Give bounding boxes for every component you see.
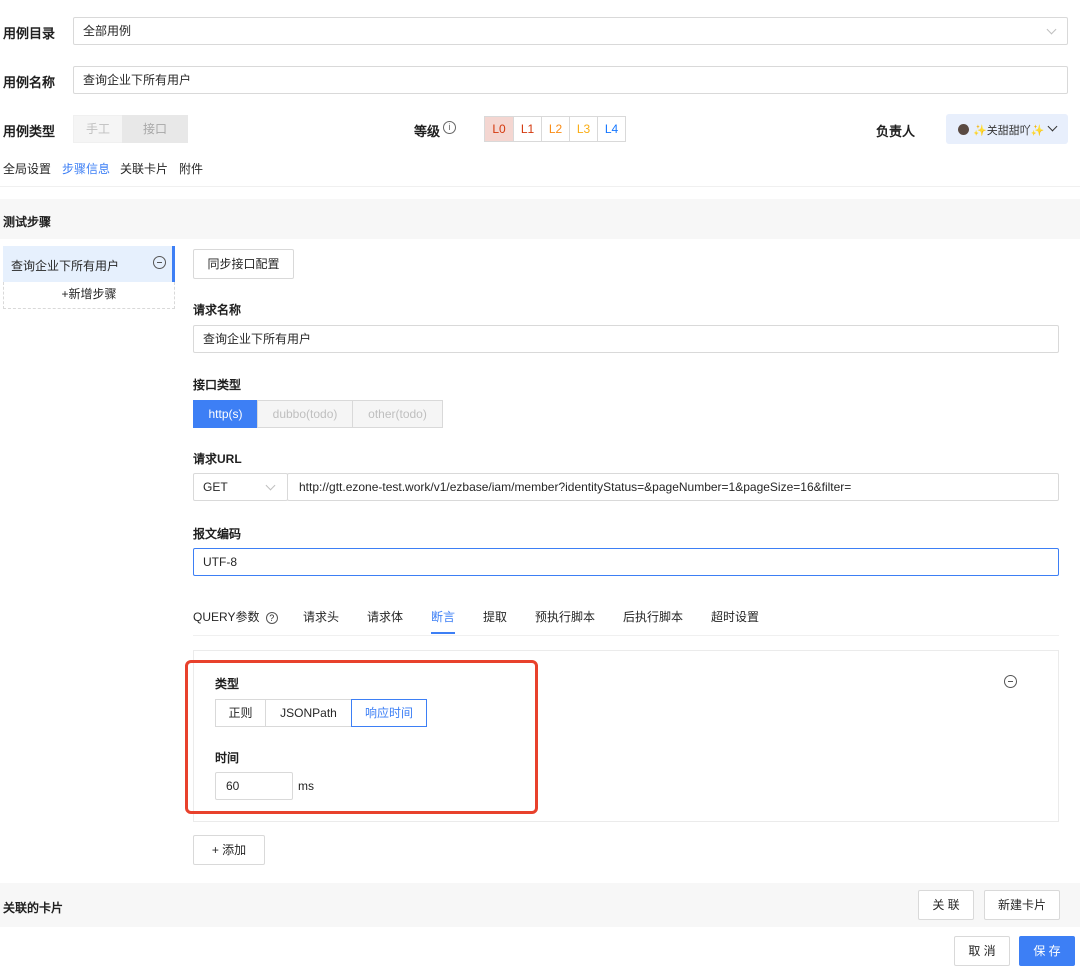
remove-step-icon[interactable] [153,256,166,269]
save-button[interactable]: 保 存 [1019,936,1075,966]
interface-type-other[interactable]: other(todo) [352,400,443,428]
remove-assertion-icon[interactable] [1004,675,1017,688]
interface-type-label: 接口类型 [193,378,242,392]
cancel-button[interactable]: 取 消 [954,936,1010,966]
owner-select[interactable]: ✨关甜甜吖✨ [946,114,1068,144]
encoding-input[interactable]: UTF-8 [193,548,1059,576]
level-option-l3[interactable]: L3 [569,116,598,142]
type-option-api[interactable]: 接口 [122,115,188,143]
type-toggle[interactable]: 手工 接口 [73,115,188,143]
highlight-box [185,660,538,814]
divider [0,186,1080,187]
level-option-l0[interactable]: L0 [484,116,514,142]
step-item-label: 查询企业下所有用户 [11,259,120,273]
interface-type-http[interactable]: http(s) [193,400,258,428]
type-label: 用例类型 [3,124,56,139]
tab-global-settings[interactable]: 全局设置 [3,160,51,177]
catalog-select[interactable]: 全部用例 [73,17,1068,45]
tab-linked-cards[interactable]: 关联卡片 [120,160,168,177]
url-input[interactable]: http://gtt.ezone-test.work/v1/ezbase/iam… [287,473,1059,501]
new-card-button[interactable]: 新建卡片 [984,890,1060,920]
tab-step-info[interactable]: 步骤信息 [62,160,110,177]
request-name-input[interactable]: 查询企业下所有用户 [193,325,1059,353]
tab-timeout-settings[interactable]: 超时设置 [711,608,759,625]
test-steps-title: 测试步骤 [3,215,52,229]
name-input[interactable]: 查询企业下所有用户 [73,66,1068,94]
chevron-down-icon [1046,24,1057,35]
encoding-label: 报文编码 [193,527,242,541]
owner-name: ✨关甜甜吖✨ [973,125,1045,137]
tab-query-params[interactable]: QUERY参数 ? [193,608,278,625]
add-assertion-button[interactable]: + 添加 [193,835,265,865]
tab-query-params-label: QUERY参数 [193,610,260,624]
tab-pre-script[interactable]: 预执行脚本 [535,608,595,625]
tab-post-script[interactable]: 后执行脚本 [623,608,683,625]
level-option-l1[interactable]: L1 [513,116,542,142]
linked-cards-title: 关联的卡片 [3,901,64,915]
level-selector[interactable]: L0 L1 L2 L3 L4 [484,116,626,142]
method-select[interactable]: GET [193,473,288,501]
link-card-button[interactable]: 关 联 [918,890,974,920]
level-label: 等级 [414,124,441,139]
add-step-button[interactable]: +新增步骤 [3,282,175,309]
avatar [958,124,969,135]
help-icon: ? [265,612,278,624]
tab-assertion[interactable]: 断言 [431,608,455,625]
level-option-l2[interactable]: L2 [541,116,570,142]
owner-label: 负责人 [876,124,916,139]
request-name-label: 请求名称 [193,303,242,317]
info-icon: i [443,121,456,134]
tab-attachments[interactable]: 附件 [179,160,203,177]
test-steps-header: 测试步骤 [0,199,1080,239]
name-label: 用例名称 [3,75,56,90]
request-url-label: 请求URL [193,452,242,466]
method-value: GET [203,480,228,494]
type-option-manual[interactable]: 手工 [73,115,123,143]
level-option-l4[interactable]: L4 [597,116,626,142]
catalog-label: 用例目录 [3,26,56,41]
catalog-value: 全部用例 [83,24,132,38]
sync-interface-button[interactable]: 同步接口配置 [193,249,294,279]
tab-request-body[interactable]: 请求体 [367,608,403,625]
tab-extract[interactable]: 提取 [483,608,507,625]
interface-type-dubbo[interactable]: dubbo(todo) [257,400,353,428]
tabs-divider [193,635,1059,636]
interface-type-toggle[interactable]: http(s) dubbo(todo) other(todo) [193,400,443,428]
tab-active-indicator [431,632,455,634]
chevron-down-icon [265,480,276,491]
chevron-down-icon [1047,121,1058,132]
tab-request-headers[interactable]: 请求头 [303,608,339,625]
step-item[interactable]: 查询企业下所有用户 [3,246,175,282]
